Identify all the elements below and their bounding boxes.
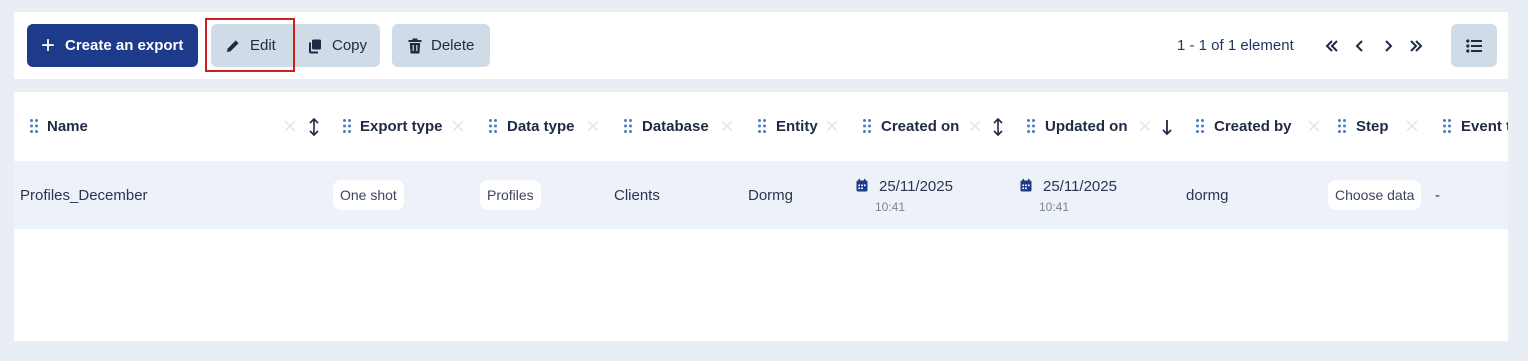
- drag-handle-icon[interactable]: [758, 119, 766, 133]
- exports-table: Name Export type Data type Database Enti…: [14, 92, 1508, 341]
- copy-label: Copy: [332, 37, 368, 54]
- first-page-icon[interactable]: [1322, 36, 1342, 56]
- column-header-data-type[interactable]: Data type: [507, 92, 575, 161]
- edit-label: Edit: [250, 37, 276, 54]
- cell-created-by: dormg: [1186, 187, 1229, 204]
- clear-filter-icon[interactable]: [969, 120, 981, 132]
- clear-filter-icon[interactable]: [284, 120, 296, 132]
- next-page-icon[interactable]: [1378, 36, 1398, 56]
- drag-handle-icon[interactable]: [30, 119, 38, 133]
- drag-handle-icon[interactable]: [343, 119, 351, 133]
- cell-event: -: [1435, 187, 1440, 204]
- edit-button[interactable]: Edit: [211, 24, 295, 67]
- clear-filter-icon[interactable]: [1308, 120, 1320, 132]
- column-header-created-by[interactable]: Created by: [1214, 92, 1292, 161]
- list-view-button[interactable]: [1451, 24, 1497, 67]
- column-header-entity[interactable]: Entity: [776, 92, 818, 161]
- cell-updated-time: 10:41: [1039, 200, 1070, 214]
- pencil-icon: [227, 39, 239, 52]
- create-export-button[interactable]: + Create an export: [27, 24, 198, 67]
- column-header-event[interactable]: Event t: [1461, 92, 1508, 161]
- clear-filter-icon[interactable]: [1139, 120, 1151, 132]
- column-header-name[interactable]: Name: [47, 92, 88, 161]
- cell-data-type-chip: Profiles: [480, 180, 541, 210]
- list-view-icon: [1466, 38, 1482, 53]
- cell-step-chip: Choose data: [1328, 180, 1422, 210]
- cell-updated-date: 25/11/2025: [1043, 178, 1117, 195]
- table-row[interactable]: Profiles_December One shot Profiles Clie…: [14, 161, 1508, 229]
- clear-filter-icon[interactable]: [721, 120, 733, 132]
- cell-name: Profiles_December: [20, 187, 148, 204]
- sort-descending-icon[interactable]: [1161, 118, 1173, 136]
- last-page-icon[interactable]: [1406, 36, 1426, 56]
- column-header-step[interactable]: Step: [1356, 92, 1389, 161]
- plus-icon: +: [41, 31, 56, 59]
- calendar-icon: [1020, 179, 1032, 192]
- clear-filter-icon[interactable]: [587, 120, 599, 132]
- sort-both-icon[interactable]: [992, 118, 1004, 136]
- column-header-database[interactable]: Database: [642, 92, 709, 161]
- column-header-export-type[interactable]: Export type: [360, 92, 443, 161]
- column-header-created-on[interactable]: Created on: [881, 92, 959, 161]
- copy-button[interactable]: Copy: [295, 24, 380, 67]
- delete-label: Delete: [431, 37, 475, 54]
- trash-icon: [408, 38, 422, 53]
- drag-handle-icon[interactable]: [1338, 119, 1346, 133]
- calendar-icon: [856, 179, 868, 192]
- drag-handle-icon[interactable]: [1027, 119, 1035, 133]
- table-header: Name Export type Data type Database Enti…: [14, 92, 1508, 161]
- drag-handle-icon[interactable]: [624, 119, 632, 133]
- prev-page-icon[interactable]: [1350, 36, 1370, 56]
- copy-icon: [309, 39, 321, 53]
- drag-handle-icon[interactable]: [1443, 119, 1451, 133]
- create-export-label: Create an export: [65, 37, 184, 54]
- delete-button[interactable]: Delete: [392, 24, 490, 67]
- cell-created-time: 10:41: [875, 200, 906, 214]
- cell-created-date: 25/11/2025: [879, 178, 953, 195]
- toolbar: + Create an export Edit Copy Delete 1 - …: [14, 12, 1508, 79]
- pagination-info: 1 - 1 of 1 element: [1177, 37, 1294, 54]
- cell-export-type-chip: One shot: [333, 180, 404, 210]
- column-header-updated-on[interactable]: Updated on: [1045, 92, 1128, 161]
- clear-filter-icon[interactable]: [1406, 120, 1418, 132]
- sort-both-icon[interactable]: [308, 118, 320, 136]
- drag-handle-icon[interactable]: [863, 119, 871, 133]
- cell-database: Clients: [614, 187, 660, 204]
- cell-entity: Dormg: [748, 187, 794, 204]
- clear-filter-icon[interactable]: [452, 120, 464, 132]
- clear-filter-icon[interactable]: [826, 120, 838, 132]
- drag-handle-icon[interactable]: [1196, 119, 1204, 133]
- drag-handle-icon[interactable]: [489, 119, 497, 133]
